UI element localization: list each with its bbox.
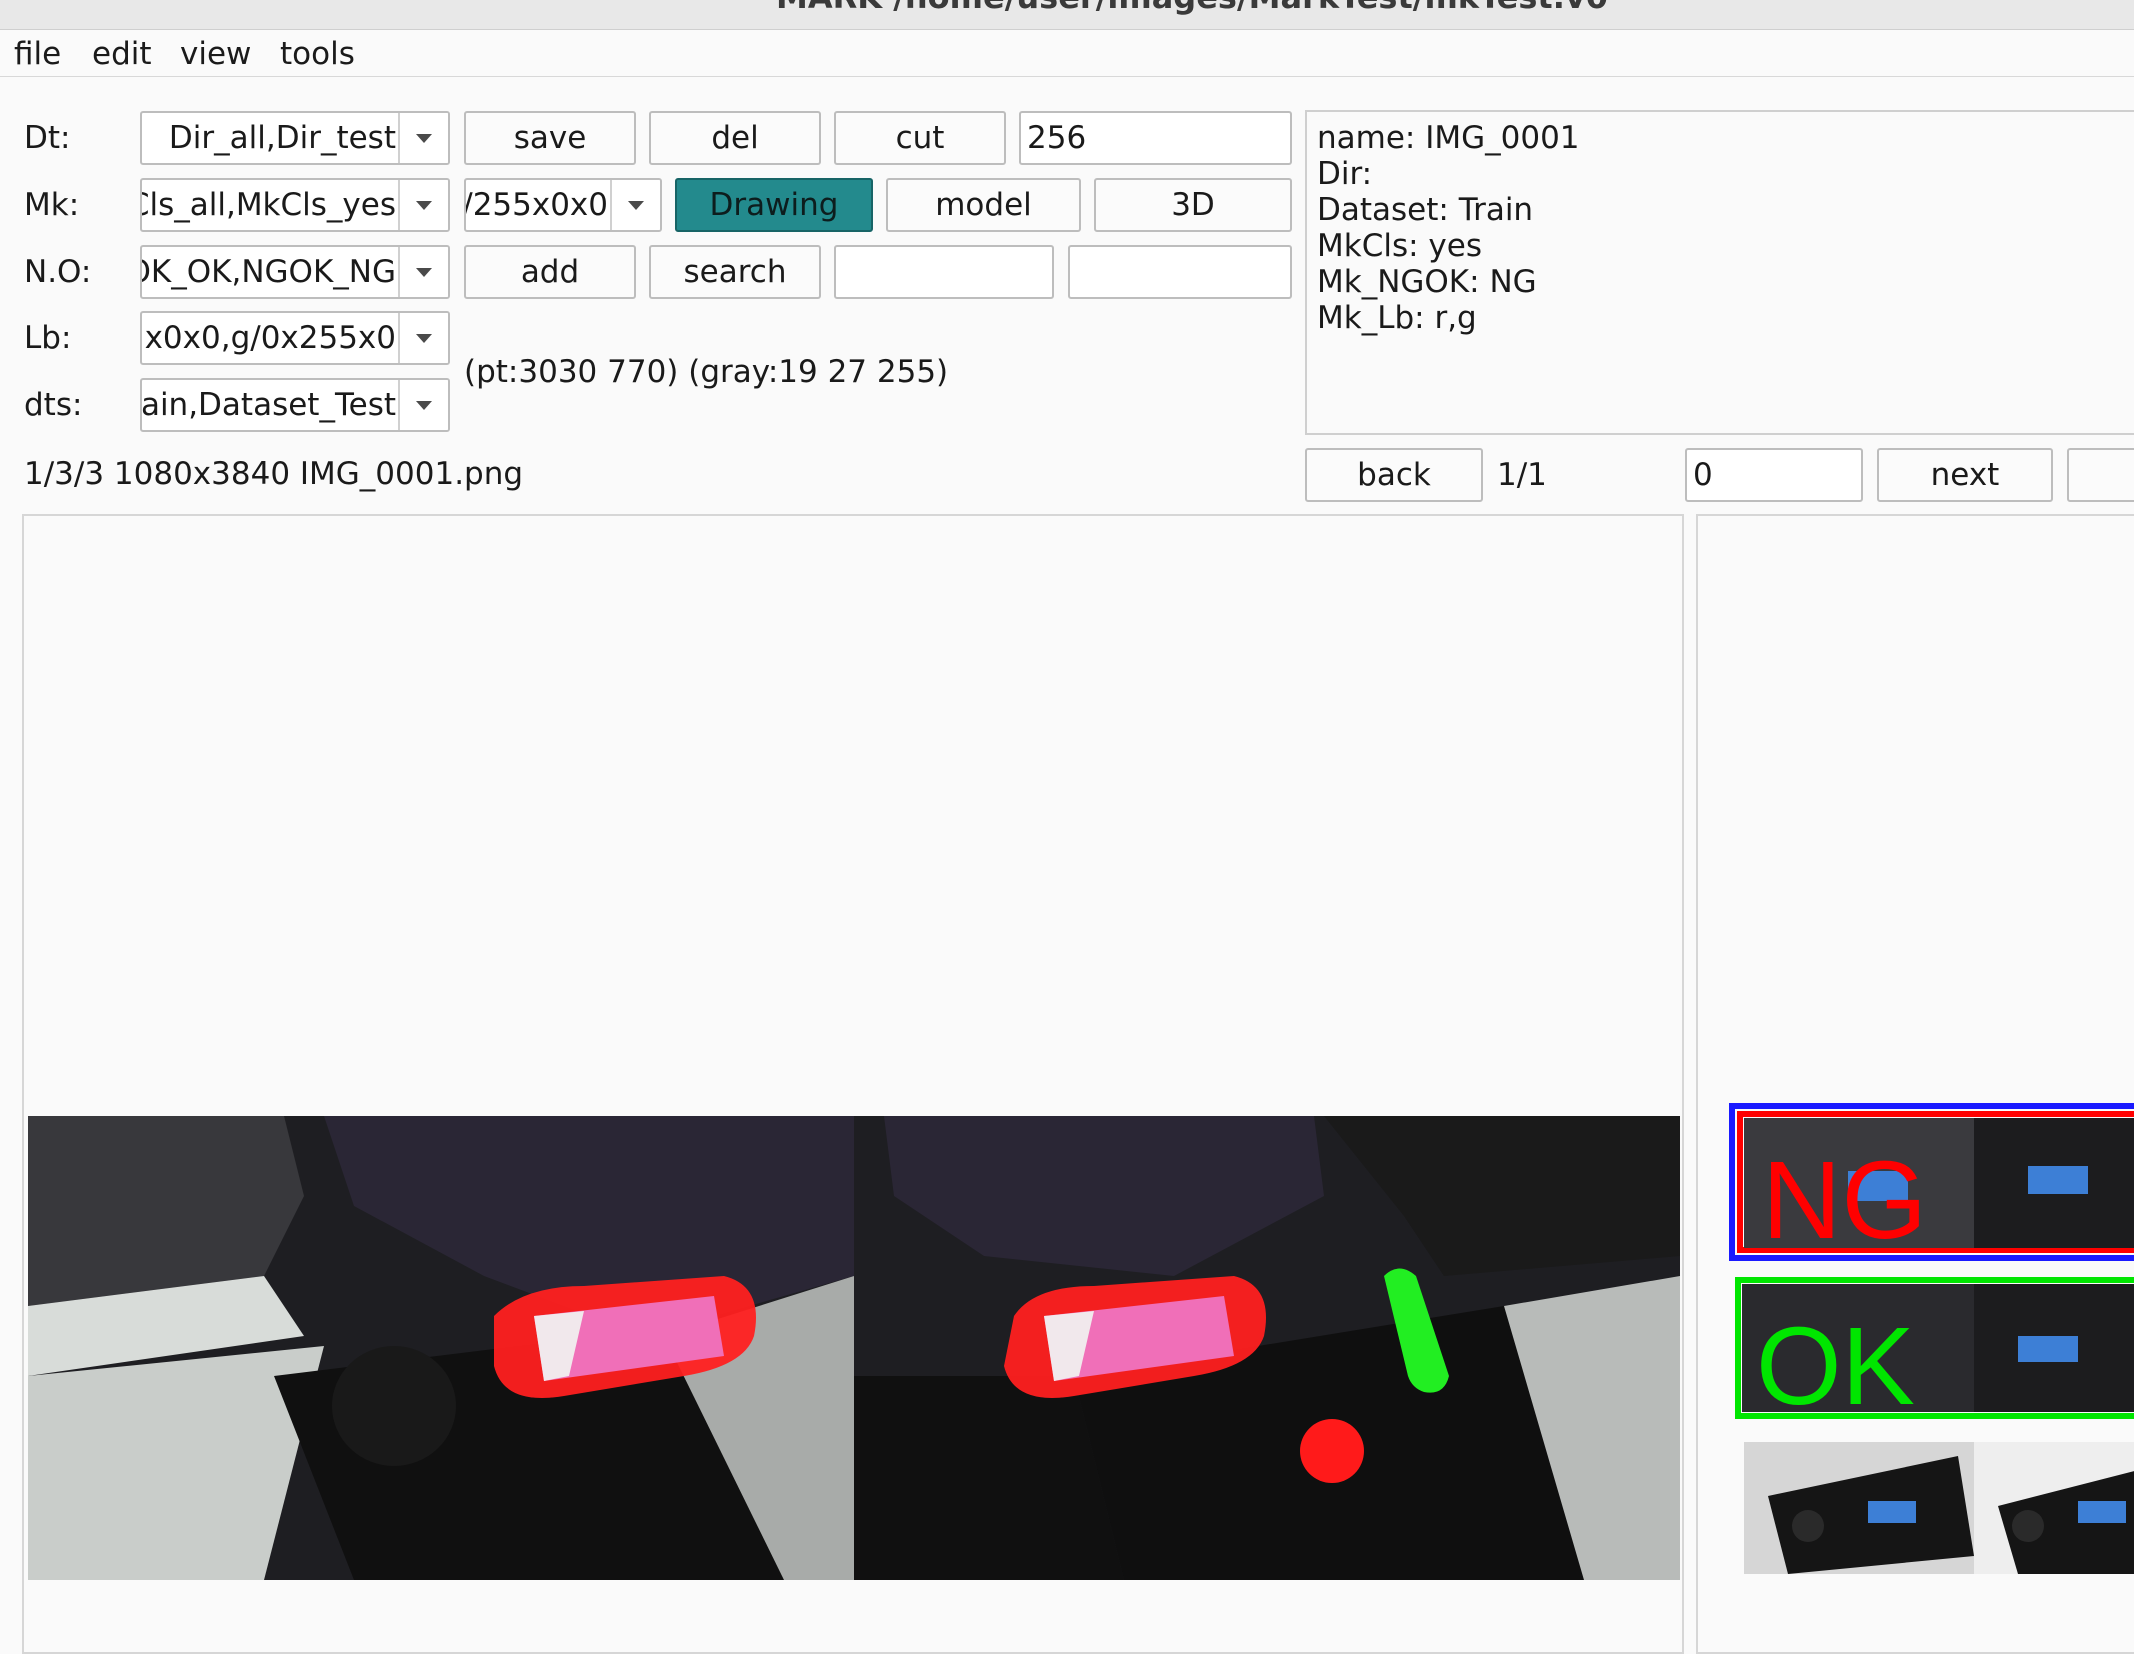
image-canvas[interactable]: [22, 514, 1684, 1654]
chevron-down-icon[interactable]: [398, 380, 448, 430]
del-button[interactable]: del: [649, 111, 821, 165]
dts-combo[interactable]: Dataset_Train,Dataset_Test: [140, 378, 450, 432]
cut-button[interactable]: cut: [834, 111, 1006, 165]
menu-view[interactable]: view: [174, 32, 257, 76]
extra-button[interactable]: [2067, 448, 2134, 502]
back-button[interactable]: back: [1305, 448, 1483, 502]
dts-combo-value: Dataset_Train,Dataset_Test: [140, 387, 396, 423]
menubar: file edit view tools: [0, 30, 2134, 77]
info-mk-ngok: Mk_NGOK: NG: [1317, 264, 1537, 300]
info-name: name: IMG_0001: [1317, 120, 1580, 156]
page-indicator: 1/1: [1497, 457, 1547, 493]
info-dataset: Dataset: Train: [1317, 192, 1534, 228]
index-input[interactable]: 0: [1685, 448, 1863, 502]
info-dir: Dir:: [1317, 156, 1373, 192]
3d-button[interactable]: 3D: [1094, 178, 1292, 232]
image-status: 1/3/3 1080x3840 IMG_0001.png: [24, 456, 524, 492]
no-combo-value: OK_OK,NGOK_NG: [140, 254, 396, 290]
drawing-button[interactable]: Drawing: [675, 178, 873, 232]
chevron-down-icon[interactable]: [398, 180, 448, 230]
ok-label: OK: [1756, 1305, 1915, 1428]
search-field-1[interactable]: [834, 245, 1054, 299]
lb-label: Lb:: [24, 320, 72, 356]
save-button[interactable]: save: [464, 111, 636, 165]
window-titlebar: MARK /home/user/images/MarkTest/mkTest.v…: [0, 0, 2134, 30]
thumbnail-ok[interactable]: OK: [1735, 1277, 2134, 1428]
image-original: [28, 1116, 854, 1580]
thumbnail-ng[interactable]: NG: [1729, 1103, 2134, 1262]
mk-combo[interactable]: Cls_all,MkCls_yes: [140, 178, 450, 232]
info-mkcls: MkCls: yes: [1317, 228, 1482, 264]
dts-label: dts:: [24, 387, 83, 423]
window-title: MARK /home/user/images/MarkTest/mkTest.v…: [776, 0, 1608, 16]
no-label: N.O:: [24, 254, 92, 290]
add-button[interactable]: add: [464, 245, 636, 299]
color-combo-value: r/255x0x0: [464, 187, 608, 223]
search-button[interactable]: search: [649, 245, 821, 299]
menu-file[interactable]: file: [8, 32, 67, 76]
color-combo[interactable]: r/255x0x0: [464, 178, 662, 232]
chevron-down-icon[interactable]: [398, 113, 448, 163]
mk-label: Mk:: [24, 187, 80, 223]
dt-label: Dt:: [24, 120, 71, 156]
thumbnail-strip: NG OK: [1729, 1103, 2134, 1574]
image-viewport: [28, 1116, 1680, 1580]
lb-combo-value: r/255x0x0,g/0x255x0: [142, 320, 396, 356]
mk-combo-value: Cls_all,MkCls_yes: [140, 187, 396, 223]
image-info-panel: name: IMG_0001 Dir: Dataset: Train MkCls…: [1305, 110, 2134, 435]
pixel-readout: (pt:3030 770) (gray:19 27 255): [464, 354, 949, 390]
model-button[interactable]: model: [886, 178, 1081, 232]
lb-combo[interactable]: r/255x0x0,g/0x255x0: [140, 311, 450, 365]
chevron-down-icon[interactable]: [398, 247, 448, 297]
thumbnail-plain[interactable]: [1744, 1442, 2134, 1574]
chevron-down-icon[interactable]: [610, 180, 660, 230]
size-input[interactable]: 256: [1019, 111, 1292, 165]
info-mk-lb: Mk_Lb: r,g: [1317, 300, 1477, 336]
dt-combo[interactable]: Dir_all,Dir_test: [140, 111, 450, 165]
dt-combo-value: Dir_all,Dir_test: [168, 120, 396, 156]
menu-tools[interactable]: tools: [274, 32, 361, 76]
next-button[interactable]: next: [1877, 448, 2053, 502]
chevron-down-icon[interactable]: [398, 313, 448, 363]
ng-label: NG: [1762, 1139, 1927, 1262]
thumbnail-panel[interactable]: NG OK: [1696, 514, 2134, 1654]
menu-edit[interactable]: edit: [86, 32, 158, 76]
search-field-2[interactable]: [1068, 245, 1292, 299]
no-combo[interactable]: OK_OK,NGOK_NG: [140, 245, 450, 299]
image-mask-overlay: [854, 1116, 1680, 1580]
